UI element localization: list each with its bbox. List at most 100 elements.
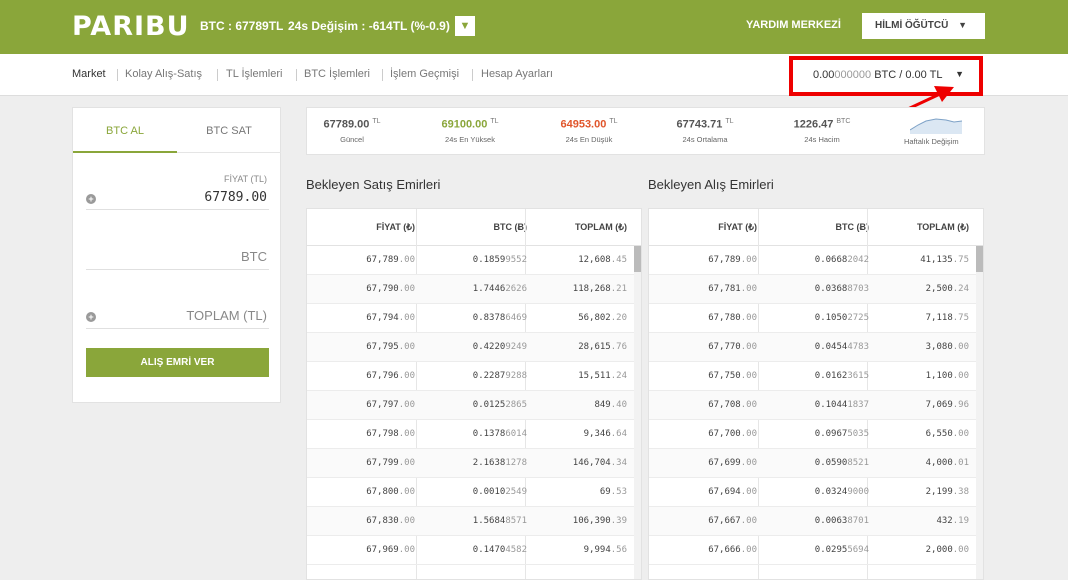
nav-account-settings[interactable]: Hesap Ayarları <box>481 68 553 80</box>
order-row[interactable]: 67,781.00 0.03688703 2,500.24 <box>649 275 983 304</box>
stat-value: 67743.71 TL <box>676 118 734 131</box>
stat-24h-low: 64953.00 TL 24s En Düşük <box>539 118 639 144</box>
price-input[interactable]: 67789.00 <box>204 190 267 205</box>
scrollbar-track[interactable] <box>976 246 983 579</box>
column-header[interactable]: BTC (Ƀ) <box>494 222 528 232</box>
btc-price-ticker: BTC : 67789TL <box>200 19 284 33</box>
nav-divider <box>117 69 118 81</box>
order-cell: 9,994.56 <box>583 545 627 555</box>
order-cell: 67,708.00 <box>708 400 757 410</box>
order-cell: 67,796.00 <box>366 371 415 381</box>
order-row[interactable]: 67,780.00 0.10502725 7,118.75 <box>649 304 983 333</box>
order-row[interactable]: 67,797.00 0.01252865 849.40 <box>307 391 641 420</box>
order-cell: 67,699.00 <box>708 458 757 468</box>
order-row[interactable]: 67,830.00 1.56848571 106,390.39 <box>307 507 641 536</box>
order-row[interactable]: 67,700.00 0.09675035 6,550.00 <box>649 420 983 449</box>
stat-label: 24s Hacim <box>804 134 840 144</box>
order-row[interactable]: 67,699.00 0.05908521 4,000.01 <box>649 449 983 478</box>
stat-value: 69100.00 TL <box>441 118 499 131</box>
ticker-dropdown-button[interactable]: ▼ <box>455 16 475 36</box>
order-cell: 67,780.00 <box>708 313 757 323</box>
order-row[interactable]: 67,789.00 0.06682042 41,135.75 <box>649 246 983 275</box>
total-input[interactable]: TOPLAM (TL) <box>186 308 267 323</box>
order-cell: 2,500.24 <box>925 284 969 294</box>
order-cell: 849.40 <box>594 400 627 410</box>
order-row[interactable]: 67,750.00 0.01623615 1,100.00 <box>649 362 983 391</box>
order-row[interactable]: 67,770.00 0.04544783 3,080.00 <box>649 333 983 362</box>
order-cell: 67,969.00 <box>366 545 415 555</box>
stat-label: 24s En Düşük <box>565 134 613 144</box>
nav-market[interactable]: Market <box>72 68 106 80</box>
plus-icon[interactable]: + <box>86 194 96 204</box>
user-name: HİLMİ ÖĞÜTCÜ <box>875 20 949 31</box>
order-row[interactable]: 67,969.00 0.14704582 9,994.56 <box>307 536 641 565</box>
column-header[interactable]: TOPLAM (₺) <box>917 222 969 233</box>
column-header[interactable]: FİYAT (₺) <box>376 222 415 233</box>
order-cell: 41,135.75 <box>920 255 969 265</box>
stat-value: 64953.00 TL <box>560 118 618 131</box>
order-row[interactable]: 67,789.00 0.18599552 12,608.45 <box>307 246 641 275</box>
order-row[interactable]: 67,666.00 0.02955694 2,000.00 <box>649 536 983 565</box>
sell-order-book: FİYAT (₺) BTC (Ƀ) TOPLAM (₺) 67,789.00 0.185… <box>306 208 642 580</box>
order-row[interactable]: 67,694.00 0.03249000 2,199.38 <box>649 478 983 507</box>
column-header[interactable]: TOPLAM (₺) <box>575 222 627 233</box>
place-buy-order-button[interactable]: ALIŞ EMRİ VER <box>86 348 269 377</box>
stat-24h-volume: 1226.47 BTC 24s Hacim <box>772 118 872 144</box>
order-cell: 0.22879288 <box>472 371 527 381</box>
order-row[interactable]: 67,798.00 0.13786014 9,346.64 <box>307 420 641 449</box>
order-cell: 67,799.00 <box>366 458 415 468</box>
order-cell: 67,667.00 <box>708 516 757 526</box>
scrollbar-thumb[interactable] <box>976 246 983 272</box>
order-row[interactable]: 67,794.00 0.83786469 56,802.20 <box>307 304 641 333</box>
order-cell: 0.05908521 <box>814 458 869 468</box>
order-row[interactable]: 67,796.00 0.22879288 15,511.24 <box>307 362 641 391</box>
plus-icon[interactable]: + <box>86 312 96 322</box>
stat-label: 24s En Yüksek <box>445 134 495 144</box>
order-cell: 1,100.00 <box>925 371 969 381</box>
order-cell: 28,615.76 <box>578 342 627 352</box>
tab-btc-sell[interactable]: BTC SAT <box>177 108 281 153</box>
order-cell: 118,268.21 <box>572 284 627 294</box>
order-cell: 0.13786014 <box>472 429 527 439</box>
order-row[interactable]: 67,795.00 0.42209249 28,615.76 <box>307 333 641 362</box>
stat-value: 67789.00 TL <box>323 118 381 131</box>
order-row[interactable]: 67,667.00 0.00638701 432.19 <box>649 507 983 536</box>
order-cell: 9,346.64 <box>583 429 627 439</box>
user-menu-button[interactable]: HİLMİ ÖĞÜTCÜ ▼ <box>862 13 985 39</box>
column-header[interactable]: BTC (Ƀ) <box>836 222 870 232</box>
order-row[interactable]: 67,708.00 0.10441837 7,069.96 <box>649 391 983 420</box>
order-cell: 2.16381278 <box>472 458 527 468</box>
order-cell: 3,080.00 <box>925 342 969 352</box>
order-cell: 0.01252865 <box>472 400 527 410</box>
order-cell: 67,794.00 <box>366 313 415 323</box>
nav-transaction-history[interactable]: İşlem Geçmişi <box>390 68 459 80</box>
tab-btc-buy[interactable]: BTC AL <box>73 108 177 153</box>
order-form-panel: BTC AL BTC SAT FİYAT (TL) + 67789.00 BTC… <box>72 107 281 403</box>
scrollbar-track[interactable] <box>634 246 641 579</box>
nav-divider <box>472 69 473 81</box>
order-cell: 69.53 <box>599 487 627 497</box>
order-cell: 0.01623615 <box>814 371 869 381</box>
paribu-logo[interactable]: PARIBU <box>72 11 190 42</box>
order-cell: 12,608.45 <box>578 255 627 265</box>
weekly-change-label: Haftalık Değişim <box>904 137 959 146</box>
nav-btc-transactions[interactable]: BTC İşlemleri <box>304 68 370 80</box>
order-cell: 67,789.00 <box>366 255 415 265</box>
table-header: FİYAT (₺) BTC (Ƀ) TOPLAM (₺) <box>307 209 641 246</box>
order-cell: 432.19 <box>936 516 969 526</box>
order-cell: 67,797.00 <box>366 400 415 410</box>
order-row[interactable]: 67,799.00 2.16381278 146,704.34 <box>307 449 641 478</box>
column-header[interactable]: FİYAT (₺) <box>718 222 757 233</box>
help-center-link[interactable]: YARDIM MERKEZİ <box>746 19 841 31</box>
order-cell: 0.18599552 <box>472 255 527 265</box>
order-row[interactable]: 67,800.00 0.00102549 69.53 <box>307 478 641 507</box>
nav-tl-transactions[interactable]: TL İşlemleri <box>226 68 282 80</box>
btc-amount-input[interactable]: BTC <box>241 249 267 264</box>
stat-current: 67789.00 TL Güncel <box>302 118 402 144</box>
scrollbar-thumb[interactable] <box>634 246 641 272</box>
stat-24h-average: 67743.71 TL 24s Ortalama <box>655 118 755 144</box>
nav-divider <box>217 69 218 81</box>
nav-easy-buy-sell[interactable]: Kolay Alış-Satış <box>125 68 202 80</box>
order-cell: 67,694.00 <box>708 487 757 497</box>
order-row[interactable]: 67,790.00 1.74462626 118,268.21 <box>307 275 641 304</box>
